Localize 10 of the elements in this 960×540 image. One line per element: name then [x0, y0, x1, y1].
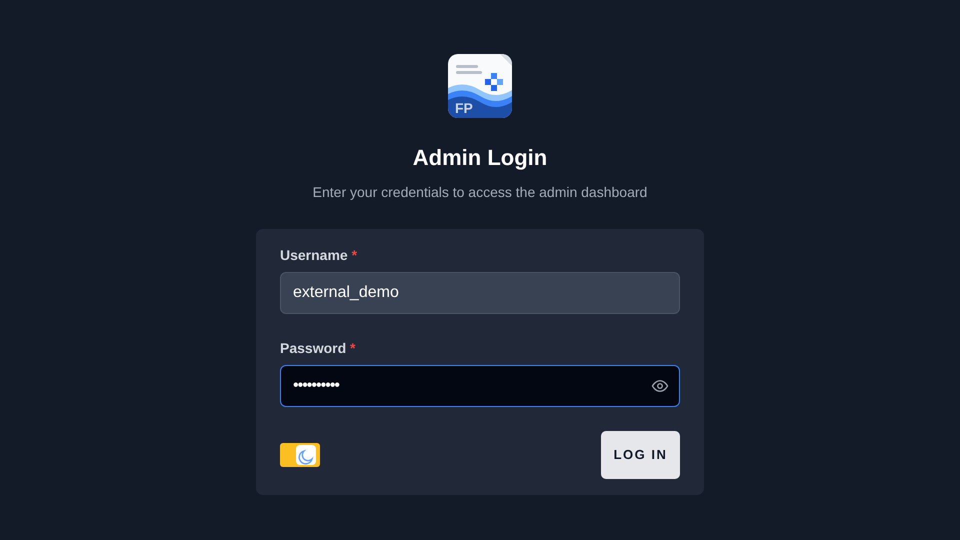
field-label: Username * — [280, 246, 358, 265]
field-label: Password * — [280, 339, 356, 358]
theme-toggle[interactable] — [280, 443, 320, 467]
eye-icon[interactable] — [651, 377, 669, 395]
login-button[interactable]: LOG IN — [601, 431, 680, 479]
logo: FP — [448, 54, 512, 118]
page-title: Admin Login — [412, 144, 548, 172]
password-field[interactable]: •••••••••• — [280, 365, 680, 407]
subtitle: Enter your credentials to access the admin dashboard — [312, 183, 648, 202]
username-field[interactable]: external_demo — [280, 272, 680, 314]
